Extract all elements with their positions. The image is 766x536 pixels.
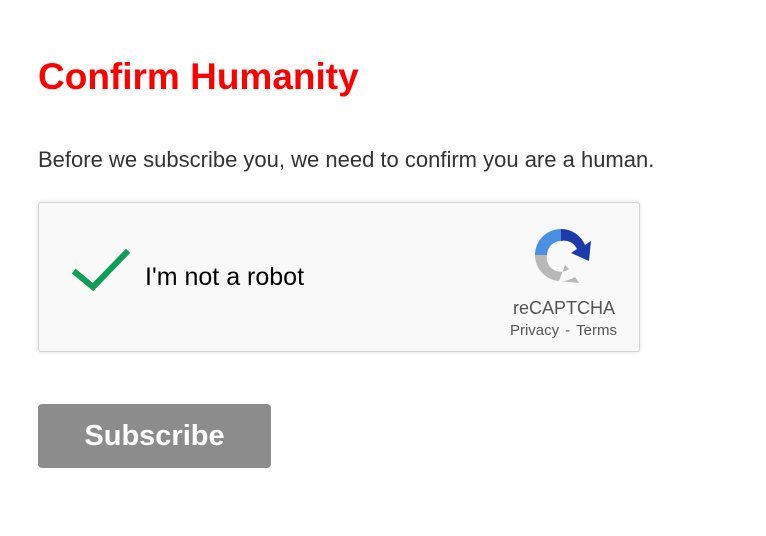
checkmark-icon[interactable]	[71, 247, 131, 293]
recaptcha-brand: reCAPTCHA	[512, 298, 615, 318]
terms-link[interactable]: Terms	[576, 322, 617, 339]
recaptcha-logo-icon	[534, 229, 591, 283]
intro-text: Before we subscribe you, we need to conf…	[38, 147, 655, 172]
link-separator: -	[565, 322, 571, 339]
subscribe-button[interactable]: Subscribe	[38, 404, 271, 468]
page-title: Confirm Humanity	[38, 56, 359, 97]
recaptcha-widget: I'm not a robot reCAPTCHA Privacy - Terms	[38, 202, 640, 352]
privacy-link[interactable]: Privacy	[510, 322, 559, 339]
not-robot-label[interactable]: I'm not a robot	[145, 262, 304, 292]
recaptcha-links: Privacy - Terms	[510, 322, 617, 340]
